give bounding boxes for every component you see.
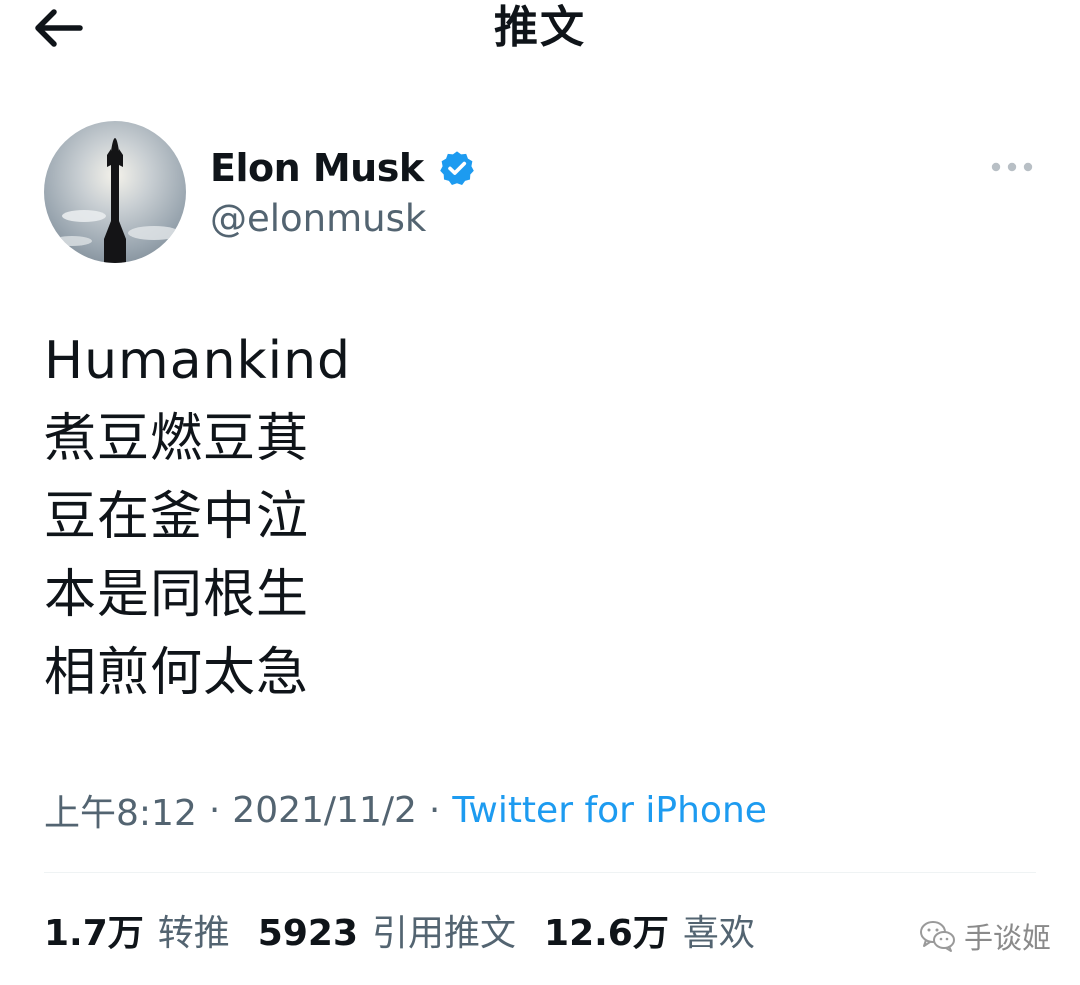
wechat-icon <box>920 921 955 952</box>
quotes-stat[interactable]: 5923 引用推文 <box>258 904 516 956</box>
retweets-count: 1.7万 <box>44 913 144 954</box>
author-handle[interactable]: @elonmusk <box>210 196 426 242</box>
tweet-meta: 上午8:12 · 2021/11/2 · Twitter for iPhone <box>44 783 767 837</box>
watermark-text: 手谈姬 <box>964 921 1052 955</box>
avatar-rocket-image <box>44 121 186 263</box>
quotes-count: 5923 <box>257 913 358 954</box>
author-name: Elon Musk <box>210 146 424 190</box>
meta-separator: · <box>208 789 221 831</box>
likes-count: 12.6万 <box>544 913 669 954</box>
tweet-line: 煮豆燃豆萁 <box>44 409 310 469</box>
watermark: 手谈姬 <box>918 914 1051 958</box>
tweet-line: 豆在釜中泣 <box>44 487 310 547</box>
meta-separator: · <box>428 789 441 831</box>
tweet-text: Humankind 煮豆燃豆萁 豆在釜中泣 本是同根生 相煎何太急 <box>44 322 1024 712</box>
divider <box>44 872 1036 873</box>
more-dots-icon <box>991 162 1033 172</box>
likes-stat[interactable]: 12.6万 喜欢 <box>544 904 755 956</box>
verified-badge-icon <box>438 149 476 187</box>
more-button[interactable] <box>980 146 1044 188</box>
likes-label: 喜欢 <box>682 913 755 954</box>
page-title: 推文 <box>494 2 586 53</box>
tweet-source-link[interactable]: Twitter for iPhone <box>452 790 767 831</box>
quotes-label: 引用推文 <box>372 913 517 954</box>
tweet-stats: 1.7万 转推 5923 引用推文 12.6万 喜欢 <box>44 902 783 958</box>
tweet-page: 推文 Elon Musk @elonmusk Humankind 煮豆燃豆萁 豆… <box>0 0 1080 985</box>
author-name-row[interactable]: Elon Musk <box>210 142 476 194</box>
tweet-line: 相煎何太急 <box>44 643 310 703</box>
retweets-label: 转推 <box>157 913 230 954</box>
tweet-line: Humankind <box>44 331 352 391</box>
tweet-line: 本是同根生 <box>44 565 310 625</box>
avatar[interactable] <box>44 121 186 263</box>
tweet-time[interactable]: 上午8:12 <box>44 784 197 836</box>
retweets-stat[interactable]: 1.7万 转推 <box>44 904 230 956</box>
tweet-date[interactable]: 2021/11/2 <box>232 790 417 831</box>
